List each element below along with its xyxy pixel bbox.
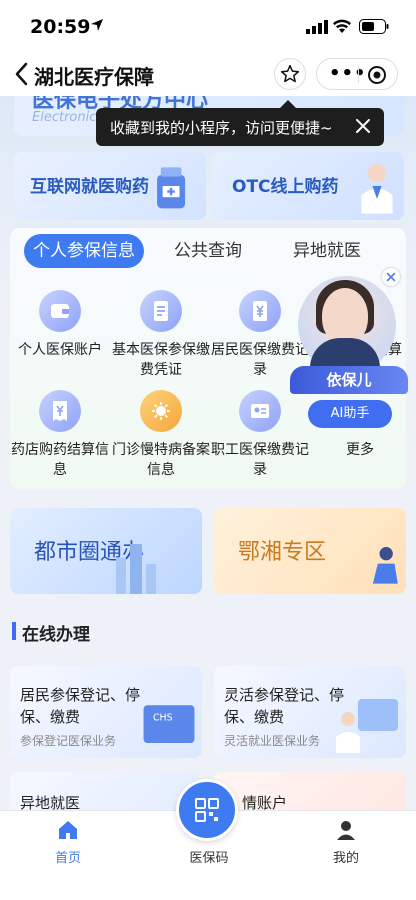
close-target-icon[interactable]: [367, 65, 387, 85]
id-card-icon: [239, 390, 281, 432]
user-icon: [337, 821, 355, 840]
mini-program-capsule: •••: [316, 58, 398, 90]
signal-icon: [306, 20, 328, 34]
flexible-enrollment-subtitle: 灵活就业医保业务: [224, 734, 321, 748]
hubei-hunan-zone-label: 鄂湘专区: [238, 540, 327, 565]
tab-personal-insurance[interactable]: 个人参保信息: [24, 234, 144, 268]
qr-code-icon: [195, 798, 219, 822]
status-time: 20:59: [30, 16, 91, 38]
service-label: 药店购药结算信息: [11, 442, 109, 478]
wallet-icon: [39, 290, 81, 332]
nav-bar: 湖北医疗保障 •••: [0, 52, 416, 96]
wifi-icon: [333, 19, 351, 33]
remote-medical-title: 异地就医: [20, 794, 81, 810]
section-accent-bar: [12, 622, 16, 640]
yuan-icon: [239, 290, 281, 332]
insurance-qr-button[interactable]: [176, 779, 238, 841]
close-icon: [386, 272, 396, 282]
service-chronic-disease[interactable]: 门诊慢特病备案信息: [108, 390, 214, 480]
tab-mine-label: 我的: [332, 851, 359, 866]
service-personal-account[interactable]: 个人医保账户: [10, 290, 110, 360]
favorite-button[interactable]: [274, 58, 306, 90]
service-pharmacy-settlement[interactable]: 药店购药结算信息: [10, 390, 110, 480]
service-label: 更多: [346, 442, 374, 458]
page-title: 湖北医疗保障: [34, 65, 154, 89]
tab-home[interactable]: 首页: [28, 819, 108, 866]
tab-qr-label: 医保码: [189, 851, 229, 866]
ai-assistant-widget[interactable]: 依保儿 AI助手: [288, 268, 412, 438]
assistant-face: [322, 288, 368, 344]
flexible-enrollment-card[interactable]: 灵活参保登记、停保、缴费 灵活就业医保业务: [214, 666, 406, 758]
city-skyline-icon: [116, 544, 156, 594]
location-arrow-icon: [91, 19, 103, 31]
tab-public-query[interactable]: 公共查询: [158, 234, 258, 268]
virus-icon: [140, 390, 182, 432]
person-icon: [372, 547, 398, 584]
ai-assistant-button[interactable]: AI助手: [308, 400, 392, 428]
svg-text:CHS: CHS: [153, 712, 173, 723]
tab-remote-medical[interactable]: 异地就医: [282, 234, 372, 268]
family-account-card[interactable]: 情账户: [214, 772, 406, 810]
service-label: 门诊慢特病备案信息: [112, 442, 210, 478]
assistant-name: 依保儿: [290, 366, 408, 394]
hubei-hunan-zone-card[interactable]: 鄂湘专区: [214, 508, 406, 594]
bottom-tab-bar: 首页 医保码 我的: [0, 779, 416, 900]
family-account-title: 情账户: [242, 794, 288, 810]
capsule-divider: [358, 67, 359, 83]
home-icon: [59, 821, 77, 839]
person-touch-icon: [336, 699, 398, 753]
doctor-icon: [361, 163, 393, 214]
document-icon: [140, 290, 182, 332]
internet-medicine-card[interactable]: 互联网就医购药: [14, 152, 206, 220]
assistant-close-button[interactable]: [382, 268, 400, 286]
close-icon[interactable]: [354, 117, 372, 135]
more-dots-icon[interactable]: •••: [329, 63, 367, 84]
main-content: 医保电子处方中心 Electronic p 收藏到我的小程序，访问更便捷~ 互联…: [0, 96, 416, 810]
service-label: 职工医保缴费记录: [211, 442, 309, 478]
otc-online-card[interactable]: OTC线上购药: [212, 152, 404, 220]
remote-medical-card[interactable]: 异地就医: [10, 772, 202, 810]
resident-enrollment-card[interactable]: 居民参保登记、停保、缴费 参保登记医保业务 CHS: [10, 666, 202, 758]
internet-medicine-label: 互联网就医购药: [30, 177, 149, 197]
service-label: 个人医保账户: [18, 342, 102, 358]
favorite-tooltip: 收藏到我的小程序，访问更便捷~: [96, 100, 384, 146]
battery-icon: [359, 19, 389, 34]
metro-area-card[interactable]: 都市圈通办: [10, 508, 202, 594]
tab-mine[interactable]: 我的: [306, 819, 386, 866]
chs-card-icon: CHS: [143, 705, 195, 743]
back-chevron-icon[interactable]: [14, 62, 30, 86]
tab-home-label: 首页: [54, 851, 81, 866]
otc-online-label: OTC线上购药: [232, 177, 339, 197]
medicine-bottle-icon: [157, 167, 186, 209]
service-payment-voucher[interactable]: 基本医保参保缴费凭证: [108, 290, 214, 380]
status-bar: 20:59: [0, 0, 416, 52]
service-label: 基本医保参保缴费凭证: [112, 342, 210, 378]
resident-enrollment-subtitle: 参保登记医保业务: [20, 734, 117, 748]
online-services-heading: 在线办理: [22, 625, 90, 645]
receipt-icon: [39, 390, 81, 432]
tooltip-arrow: [280, 100, 296, 108]
star-icon: [280, 64, 300, 83]
tooltip-text: 收藏到我的小程序，访问更便捷~: [110, 119, 333, 137]
